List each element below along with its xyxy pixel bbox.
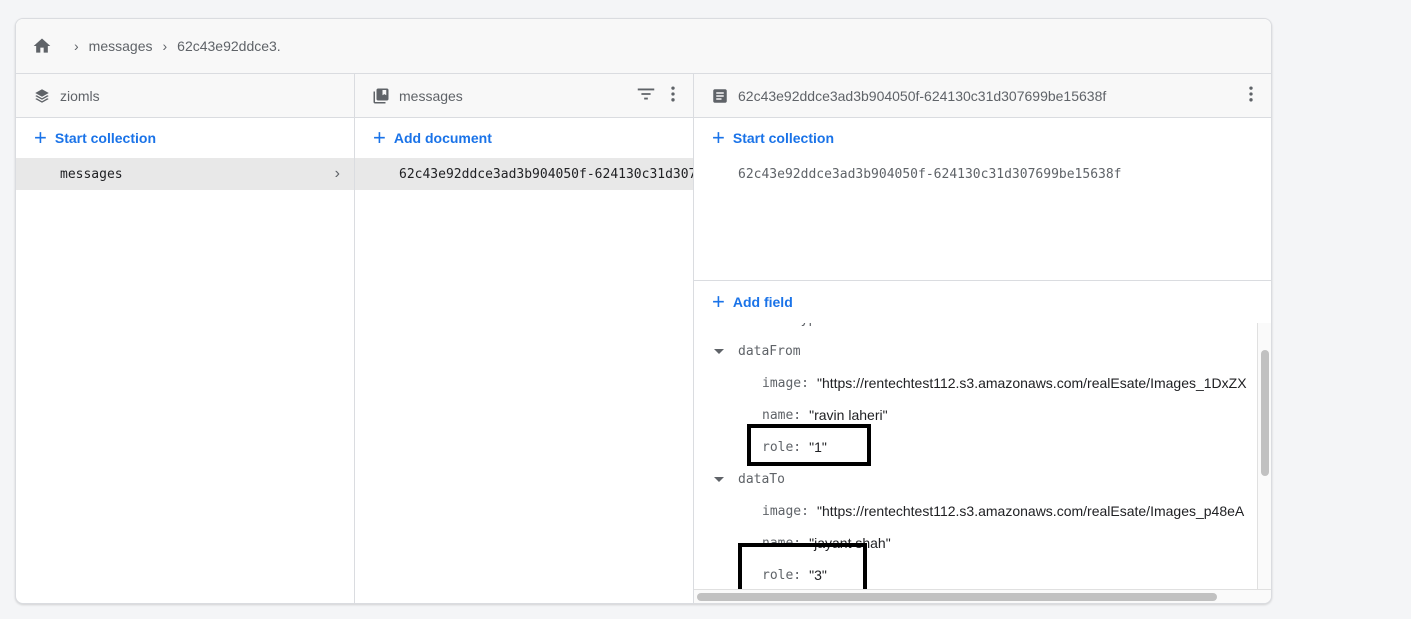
collection-title: messages	[399, 87, 463, 104]
caret-down-icon[interactable]	[714, 476, 724, 482]
more-vert-icon[interactable]	[663, 84, 683, 107]
add-document-button[interactable]: + Add document	[355, 118, 693, 158]
highlight-box-role-3	[738, 543, 867, 589]
start-collection-button[interactable]: + Start collection	[16, 118, 354, 158]
plus-icon: +	[712, 289, 725, 314]
field-value: "https://rentechtest112.s3.amazonaws.com…	[816, 503, 1245, 519]
add-field-button[interactable]: + Add field	[694, 282, 1271, 322]
chevron-right-icon: ›	[162, 38, 168, 54]
vertical-scrollbar[interactable]	[1257, 323, 1271, 589]
breadcrumb-item-document[interactable]: 62c43e92ddce3.	[177, 38, 281, 54]
field-key: image:	[762, 503, 809, 519]
subcollection-item[interactable]: 62c43e92ddce3ad3b904050f-624130c31d30769…	[694, 158, 1271, 190]
vertical-scrollbar-thumb[interactable]	[1261, 350, 1269, 476]
field-key: dataTo	[738, 471, 785, 487]
section-divider	[694, 280, 1271, 281]
field-key: contentType: "	[738, 323, 848, 327]
database-stack-icon	[32, 86, 52, 106]
plus-icon: +	[712, 125, 725, 150]
field-row-dataFrom-image[interactable]: image: "https://rentechtest112.s3.amazon…	[762, 367, 1247, 399]
document-item-label: 62c43e92ddce3ad3b904050f-624130c31d30769…	[399, 166, 693, 182]
horizontal-scrollbar[interactable]	[694, 589, 1271, 603]
filter-icon[interactable]	[635, 83, 657, 108]
document-column-header: 62c43e92ddce3ad3b904050f-624130c31d30769…	[694, 74, 1271, 118]
root-column: ziomls + Start collection messages ›	[16, 74, 355, 603]
field-value: "ravin laheri"	[809, 407, 888, 423]
breadcrumb-item-messages[interactable]: messages	[89, 38, 153, 54]
highlight-box-role-1	[747, 424, 871, 466]
field-key: dataFrom	[738, 343, 801, 359]
start-subcollection-label: Start collection	[732, 130, 834, 146]
field-row-clipped: contentType: "	[738, 323, 848, 335]
document-item[interactable]: 62c43e92ddce3ad3b904050f-624130c31d30769…	[355, 158, 693, 190]
start-collection-label: Start collection	[54, 130, 156, 146]
fields-list: contentType: " dataFrom image: "https://…	[694, 323, 1257, 589]
more-vert-icon[interactable]	[1241, 84, 1261, 107]
field-row-dataTo-image[interactable]: image: "https://rentechtest112.s3.amazon…	[762, 495, 1244, 527]
collection-icon	[371, 86, 391, 106]
field-row-dataFrom[interactable]: dataFrom	[714, 335, 801, 367]
start-subcollection-button[interactable]: + Start collection	[694, 118, 1271, 158]
collection-column: messages + Add document 62c43e92ddce3ad3…	[355, 74, 694, 603]
root-column-header: ziomls	[16, 74, 354, 118]
subcollection-item-label: 62c43e92ddce3ad3b904050f-624130c31d30769…	[738, 166, 1122, 182]
document-column: 62c43e92ddce3ad3b904050f-624130c31d30769…	[694, 74, 1271, 603]
firestore-data-panel: › messages › 62c43e92ddce3. ziomls + Sta…	[15, 18, 1272, 604]
field-row-dataTo[interactable]: dataTo	[714, 463, 785, 495]
field-value: "https://rentechtest112.s3.amazonaws.com…	[816, 375, 1247, 391]
horizontal-scrollbar-thumb[interactable]	[697, 593, 1217, 601]
caret-down-icon[interactable]	[714, 348, 724, 354]
field-key: image:	[762, 375, 809, 391]
chevron-right-icon: ›	[74, 38, 79, 54]
chevron-right-icon: ›	[334, 165, 340, 182]
root-title: ziomls	[60, 87, 100, 104]
plus-icon: +	[373, 125, 386, 150]
document-icon	[710, 86, 730, 106]
home-icon[interactable]	[32, 36, 52, 56]
add-document-label: Add document	[393, 130, 492, 146]
collection-item-messages[interactable]: messages ›	[16, 158, 354, 190]
document-title: 62c43e92ddce3ad3b904050f-624130c31d30769…	[738, 87, 1107, 104]
plus-icon: +	[34, 125, 47, 150]
breadcrumb: › messages › 62c43e92ddce3.	[16, 19, 1271, 74]
field-key: name:	[762, 407, 802, 423]
collection-item-label: messages	[60, 166, 123, 182]
add-field-label: Add field	[732, 294, 793, 310]
collection-column-header: messages	[355, 74, 693, 118]
